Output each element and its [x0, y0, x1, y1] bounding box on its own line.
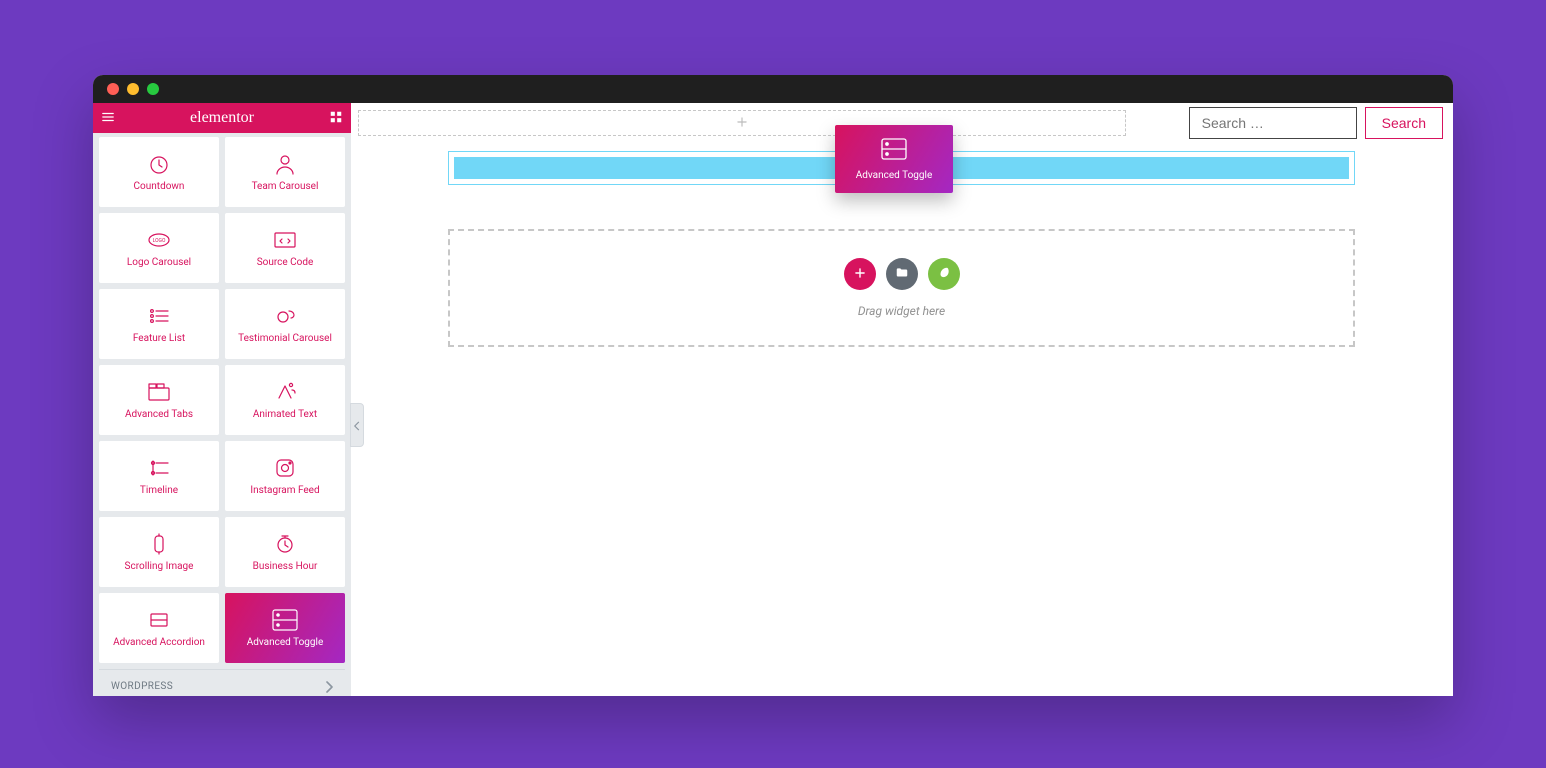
window-maximize-icon[interactable]: [147, 83, 159, 95]
folder-icon: [895, 265, 909, 284]
widget-label: Advanced Toggle: [247, 637, 324, 648]
chevron-left-icon: [354, 416, 360, 435]
widget-code[interactable]: Source Code: [225, 213, 345, 283]
drag-preview-label: Advanced Toggle: [856, 170, 933, 181]
drag-hint: Drag widget here: [858, 304, 945, 318]
window-titlebar: [93, 75, 1453, 103]
animtext-icon: [272, 381, 298, 403]
category-wordpress[interactable]: WORDPRESS: [99, 669, 345, 696]
widget-team[interactable]: Team Carousel: [225, 137, 345, 207]
clock-icon: [272, 533, 298, 555]
widget-label: Feature List: [133, 333, 185, 344]
envato-button[interactable]: [928, 258, 960, 290]
widget-timeline[interactable]: Timeline: [99, 441, 219, 511]
widget-label: Animated Text: [253, 409, 317, 420]
widget-toggle[interactable]: Advanced Toggle: [225, 593, 345, 663]
widget-label: Advanced Tabs: [125, 409, 193, 420]
grid-icon: [329, 109, 343, 128]
widget-label: Countdown: [134, 181, 185, 192]
widget-scrollimg[interactable]: Scrolling Image: [99, 517, 219, 587]
search-input[interactable]: [1189, 107, 1357, 139]
toggle-icon: [272, 609, 298, 631]
widgets-list: Countdown Team Carousel LOGO Logo Carousel S…: [93, 133, 351, 696]
testimonial-icon: [272, 305, 298, 327]
code-icon: [272, 229, 298, 251]
window-close-icon[interactable]: [107, 83, 119, 95]
logo-icon: LOGO: [146, 229, 172, 251]
plus-icon: [735, 114, 749, 133]
widget-accordion[interactable]: Advanced Accordion: [99, 593, 219, 663]
widget-clock[interactable]: Business Hour: [225, 517, 345, 587]
search-group: Search: [1189, 107, 1443, 139]
window-minimize-icon[interactable]: [127, 83, 139, 95]
widget-label: Instagram Feed: [250, 485, 319, 496]
add-section-button[interactable]: [844, 258, 876, 290]
toggle-icon: [881, 138, 907, 164]
editor-canvas: Search Advanced Toggle: [351, 103, 1453, 696]
browser-window: elementor Countdown Team Carousel LOGO Logo…: [93, 75, 1453, 696]
drag-preview-card: Advanced Toggle: [835, 125, 953, 193]
grid-button[interactable]: [321, 103, 351, 133]
menu-button[interactable]: [93, 103, 123, 133]
plus-icon: [853, 265, 867, 284]
countdown-icon: [146, 153, 172, 175]
widget-label: Team Carousel: [252, 181, 319, 192]
brand-logo: elementor: [190, 109, 254, 127]
widget-list[interactable]: Feature List: [99, 289, 219, 359]
widget-logo[interactable]: LOGO Logo Carousel: [99, 213, 219, 283]
team-icon: [272, 153, 298, 175]
widget-label: Logo Carousel: [127, 257, 191, 268]
add-section-bar[interactable]: [358, 110, 1126, 136]
leaf-icon: [937, 265, 951, 284]
widget-label: Testimonial Carousel: [238, 333, 332, 344]
widget-label: Source Code: [257, 257, 314, 268]
tabs-icon: [146, 381, 172, 403]
widget-label: Timeline: [140, 485, 178, 496]
svg-text:LOGO: LOGO: [153, 238, 166, 244]
widget-animtext[interactable]: Animated Text: [225, 365, 345, 435]
widget-testimonial[interactable]: Testimonial Carousel: [225, 289, 345, 359]
widget-tabs[interactable]: Advanced Tabs: [99, 365, 219, 435]
category-label: WORDPRESS: [111, 681, 173, 692]
widget-label: Advanced Accordion: [113, 637, 205, 648]
panel-collapse-button[interactable]: [350, 403, 364, 447]
panel-header: elementor: [93, 103, 351, 133]
app-content: elementor Countdown Team Carousel LOGO Logo…: [93, 103, 1453, 696]
search-button[interactable]: Search: [1365, 107, 1443, 139]
elementor-panel: elementor Countdown Team Carousel LOGO Logo…: [93, 103, 351, 696]
widget-label: Business Hour: [253, 561, 318, 572]
hamburger-icon: [101, 109, 115, 128]
instagram-icon: [272, 457, 298, 479]
scrollimg-icon: [146, 533, 172, 555]
add-template-button[interactable]: [886, 258, 918, 290]
list-icon: [146, 305, 172, 327]
widget-instagram[interactable]: Instagram Feed: [225, 441, 345, 511]
section-action-row: [844, 258, 960, 290]
empty-section[interactable]: Drag widget here: [448, 229, 1355, 347]
widget-countdown[interactable]: Countdown: [99, 137, 219, 207]
accordion-icon: [146, 609, 172, 631]
timeline-icon: [146, 457, 172, 479]
chevron-right-icon: [325, 681, 333, 693]
widget-label: Scrolling Image: [125, 561, 194, 572]
